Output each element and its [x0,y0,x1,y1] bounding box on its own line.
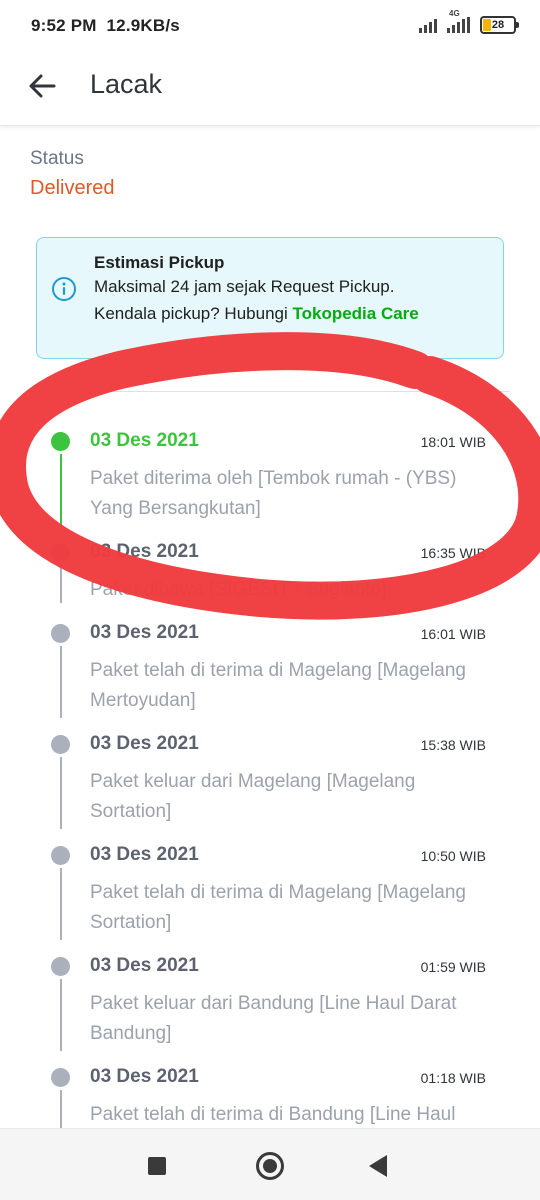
timeline-dot [51,846,70,865]
status-value: Delivered [30,177,115,199]
timeline-date: 03 Des 2021 [90,1066,199,1087]
info-title: Estimasi Pickup [94,253,225,272]
timeline-date: 03 Des 2021 [90,622,199,643]
timeline-connector [59,454,62,526]
triangle-back-icon[interactable] [369,1155,387,1177]
timeline-time: 16:35 WIB [420,545,486,561]
clock: 9:52 PM [31,16,97,35]
timeline-connector [59,1090,62,1130]
info-contact-prefix: Kendala pickup? Hubungi [94,304,293,323]
info-contact-text: Kendala pickup? Hubungi Tokopedia Care [94,304,419,324]
timeline-description: Paket telah di terima di Magelang [Magel… [90,882,467,933]
app-header: Lacak [0,52,540,126]
tokopedia-care-link[interactable]: Tokopedia Care [292,304,418,323]
timeline-date: 03 Des 2021 [90,844,199,865]
timeline-description: Paket diterima oleh [Tembok rumah - (YBS… [90,468,457,519]
status-bar: 9:52 PM 12.9KB/s 4G 28 [0,0,540,52]
network-type: 4G [449,9,460,18]
timeline-time: 10:50 WIB [420,848,486,864]
square-recents-icon[interactable] [148,1157,166,1175]
timeline-description: Paket telah di terima di Bandung [Line H… [90,1104,456,1125]
status-bar-left: 9:52 PM 12.9KB/s [31,16,180,36]
timeline-dot [51,1068,70,1087]
timeline-connector [59,868,62,940]
status-label: Status [30,148,84,169]
status-icons: 4G 28 [419,9,519,36]
timeline-dot [51,543,70,562]
timeline-connector [59,565,62,603]
timeline-date: 03 Des 2021 [90,541,199,562]
timeline-time: 01:18 WIB [420,1070,486,1086]
info-icon [52,277,76,301]
timeline-dot-active [51,432,70,451]
circle-home-icon[interactable] [256,1152,284,1180]
timeline-date: 03 Des 2021 [90,955,199,976]
network-speed: 12.9KB/s [106,16,180,35]
timeline-description: Paket telah di terima di Magelang [Magel… [90,660,467,711]
timeline-time: 18:01 WIB [420,434,486,450]
signal-icon [419,17,437,33]
timeline-date: 03 Des 2021 [90,430,199,451]
signal-4g-icon: 4G [447,9,470,33]
divider [30,391,510,392]
page-title: Lacak [90,69,163,99]
timeline-dot [51,957,70,976]
system-nav-bar [0,1128,540,1200]
timeline-connector [59,646,62,718]
timeline-time: 01:59 WIB [420,959,486,975]
battery-level: 28 [491,19,505,31]
arrow-left-icon[interactable] [26,70,58,102]
timeline-date: 03 Des 2021 [90,733,199,754]
timeline-dot [51,624,70,643]
battery-icon: 28 [480,16,519,34]
timeline-connector [59,979,62,1051]
timeline-dot [51,735,70,754]
timeline-description: Paket keluar dari Bandung [Line Haul Dar… [90,993,457,1044]
timeline-connector [59,757,62,829]
pickup-info-box: Estimasi Pickup Maksimal 24 jam sejak Re… [36,237,504,359]
info-text: Maksimal 24 jam sejak Request Pickup. [94,277,395,296]
timeline-description: Paket keluar dari Magelang [Magelang Sor… [90,771,416,822]
timeline-time: 15:38 WIB [420,737,486,753]
timeline-time: 16:01 WIB [420,626,486,642]
timeline-description: Paket dibawa [SIGESIT - Sugianto] [90,579,387,600]
